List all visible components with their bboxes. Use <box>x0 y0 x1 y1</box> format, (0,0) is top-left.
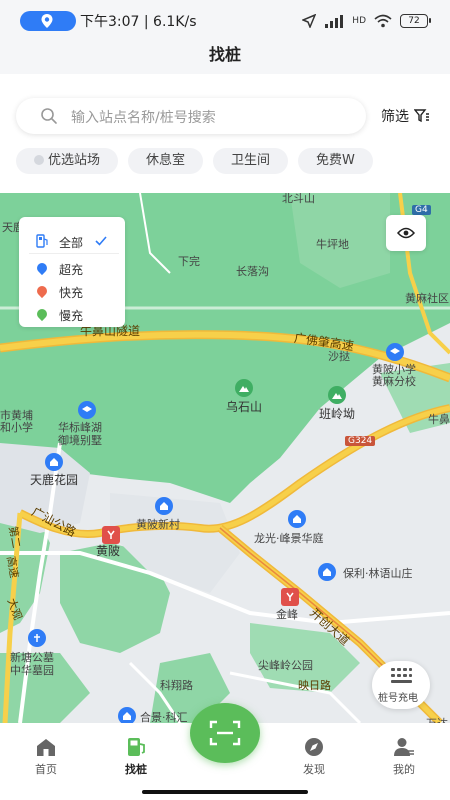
map-label-huangma-school: 黄麻分校 <box>372 375 416 388</box>
chip-lounge[interactable]: 休息室 <box>128 148 204 174</box>
home-indicator <box>142 790 308 794</box>
scan-icon <box>209 720 241 746</box>
residence-icon <box>318 563 336 581</box>
location-pill <box>20 11 76 31</box>
legend-all-label: 全部 <box>59 236 84 250</box>
residence-icon <box>45 453 63 471</box>
pile-number-charge-button[interactable]: 桩号充电 <box>372 661 430 709</box>
map-label-jinfeng: 金峰 <box>276 608 298 621</box>
map-label-huangmashe: 黄麻社区 <box>405 292 449 305</box>
map-label-longguang: 龙光·峰景华庭 <box>254 532 324 545</box>
map-label-xiakeng: 下完 <box>178 255 200 268</box>
nav-home-label: 首页 <box>35 763 57 776</box>
legend-fast-charge[interactable]: 快充 <box>19 280 125 302</box>
map-label-huangpo-xincun: 黄陂新村 <box>136 518 180 531</box>
map-label-zhonghua-cemetery: 中华墓园 <box>10 664 54 677</box>
eye-icon <box>397 227 415 239</box>
residence-icon <box>288 510 306 528</box>
legend-label: 快充 <box>59 286 84 300</box>
legend-divider <box>29 253 119 254</box>
hd-signal-label: HD <box>352 16 366 26</box>
legend-super-charge[interactable]: 超充 <box>19 257 125 279</box>
search-section: 输入站点名称/桩号搜索 筛选 优选站场 休息室 卫生间 免费W <box>0 74 450 194</box>
map-label-niupi: 牛鼻 <box>428 413 450 426</box>
cemetery-icon <box>28 629 46 647</box>
mountain-icon <box>235 379 253 397</box>
cell-signal-icon <box>325 15 344 28</box>
legend-all[interactable]: 全部 <box>19 230 125 252</box>
legend-label: 慢充 <box>59 309 84 323</box>
filter-button[interactable]: 筛选 <box>381 106 430 126</box>
fast-charge-pin-icon <box>34 283 50 299</box>
super-charge-pin-icon <box>34 260 50 276</box>
school-icon <box>386 343 404 361</box>
mountain-icon <box>328 386 346 404</box>
map-label-baoli: 保利·林语山庄 <box>343 567 413 580</box>
nav-find-charger-label: 找桩 <box>125 763 147 776</box>
map-label-kexianglu: 科翔路 <box>160 679 193 692</box>
map-label-beidoushan: 北斗山 <box>282 193 315 205</box>
map-label-wushishan: 乌石山 <box>226 400 263 414</box>
nav-find-charger[interactable]: 找桩 <box>106 737 166 777</box>
status-bar: 下午3:07 | 6.1K/s HD 72 <box>0 0 450 40</box>
keypad-icon <box>391 668 412 683</box>
search-placeholder: 输入站点名称/桩号搜索 <box>71 110 216 126</box>
location-pin-icon <box>41 14 53 28</box>
station-icon <box>34 155 44 165</box>
checkmark-icon <box>95 236 107 246</box>
nav-profile-label: 我的 <box>393 763 415 776</box>
map-label-wanda: 万达 <box>426 715 448 723</box>
residence-icon <box>155 497 173 515</box>
charger-type-legend: 全部 超充 快充 慢充 <box>19 217 125 327</box>
slow-charge-pin-icon <box>34 306 50 322</box>
highway-shield-g324: G324 <box>345 436 376 446</box>
visibility-toggle-button[interactable] <box>386 215 426 251</box>
map-label-yujing: 御境别墅 <box>58 434 102 447</box>
highway-exit-icon <box>102 526 120 544</box>
legend-label: 超充 <box>59 263 84 277</box>
app-root: 下午3:07 | 6.1K/s HD 72 找桩 输入站点名称/桩号搜索 筛选 … <box>0 0 450 800</box>
scan-button[interactable] <box>190 703 260 763</box>
map-label-tianluhuayuan: 天鹿花园 <box>30 473 79 487</box>
status-icons: HD 72 <box>302 11 431 31</box>
map-label-huangpo: 黄陂 <box>96 544 121 558</box>
filter-icon <box>414 109 429 123</box>
nav-discover-label: 发现 <box>303 763 325 776</box>
pile-number-charge-label: 桩号充电 <box>378 693 418 704</box>
battery-indicator: 72 <box>400 14 431 28</box>
school-icon <box>78 401 96 419</box>
charging-pile-icon <box>128 738 145 756</box>
map-label-hejing: 合景·科汇 <box>140 711 188 723</box>
map-label-banlingao: 班岭坳 <box>319 407 356 421</box>
chip-free-wifi[interactable]: 免费W <box>298 148 373 174</box>
highway-shield-g4: G4 <box>412 205 431 215</box>
home-icon <box>37 739 55 756</box>
legend-slow-charge[interactable]: 慢充 <box>19 303 125 325</box>
nav-home[interactable]: 首页 <box>16 737 76 777</box>
highway-exit-icon <box>281 588 299 606</box>
filter-label: 筛选 <box>381 109 409 125</box>
map-label-niupingdi: 牛坪地 <box>316 238 349 251</box>
map-label-he-school: 和小学 <box>0 421 33 434</box>
road-label-yingri: 映日路 <box>298 679 331 692</box>
map-label-changluogou: 长落沟 <box>236 265 269 278</box>
compass-icon <box>305 738 323 756</box>
chip-preferred-station[interactable]: 优选站场 <box>16 148 119 174</box>
user-icon <box>394 738 414 756</box>
bottom-navigation: 首页 找桩 发现 我的 <box>0 703 450 800</box>
residence-icon <box>118 707 136 723</box>
charging-station-icon <box>36 234 48 248</box>
map-label-jianfenggongyuan: 尖峰岭公园 <box>258 659 313 672</box>
search-icon <box>41 108 57 124</box>
nav-discover[interactable]: 发现 <box>284 737 344 777</box>
wifi-icon <box>374 14 392 28</box>
nav-profile[interactable]: 我的 <box>374 737 434 777</box>
map-view[interactable]: G4 G324 北斗山 天鹿 下完 长落沟 牛坪地 黄麻社区 沙挞 黄陂小学 黄… <box>0 193 450 723</box>
search-input[interactable]: 输入站点名称/桩号搜索 <box>16 98 366 134</box>
page-title: 找桩 <box>0 40 450 74</box>
navigation-arrow-icon <box>302 14 317 28</box>
feature-chips: 优选站场 休息室 卫生间 免费W <box>16 148 436 178</box>
chip-restroom[interactable]: 卫生间 <box>213 148 289 174</box>
status-time: 下午3:07 | 6.1K/s <box>80 14 197 30</box>
